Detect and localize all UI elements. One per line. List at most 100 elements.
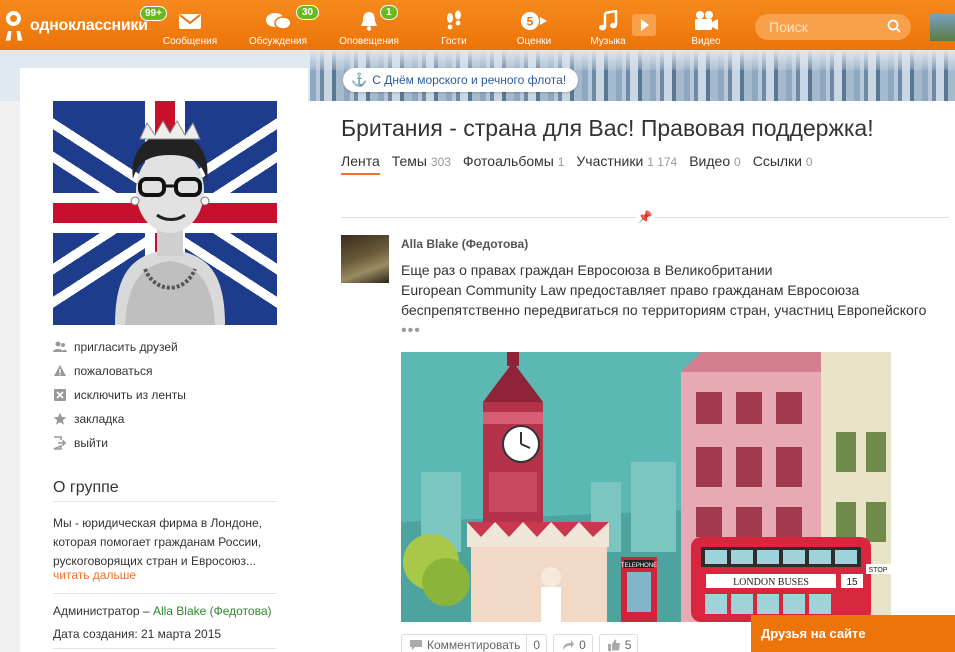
report-link[interactable]: пожаловаться [53,359,277,383]
bus-number: 15 [846,577,858,588]
tab-label: Участники [576,153,644,169]
post-line: Еще раз о правах граждан Евросоюза в Вел… [401,262,773,278]
menu-label: пожаловаться [74,364,153,378]
post-line: European Community Law предоставляет пра… [401,282,860,298]
comment-count: 0 [526,634,546,652]
search-box[interactable] [755,14,911,40]
logo-text: одноклассники [30,17,148,34]
search-icon[interactable] [887,19,901,33]
divider [53,593,277,594]
holiday-text: С Днём морского и речного флота! [372,73,567,87]
tab-label: Лента [341,153,380,169]
group-actions-menu: пригласить друзей пожаловаться исключить… [53,335,277,455]
nav-guests[interactable]: Гости [434,0,474,50]
search-input[interactable] [769,18,879,36]
nav-label: Обсуждения [248,36,308,47]
nav-label: Видео [691,36,721,47]
queen-portrait-image [115,120,225,325]
invite-friends-icon [53,341,67,352]
tab-count: 303 [430,155,451,169]
top-bar: одноклассники 99+ Сообщения Обсуждения 3… [0,0,955,50]
site-logo[interactable]: одноклассники 99+ [4,6,167,44]
post-author-avatar[interactable] [341,235,389,283]
group-avatar[interactable] [53,101,277,325]
nav-ratings[interactable]: 5 Оценки [512,0,556,50]
menu-label: выйти [74,436,108,450]
tab-label: Фотоальбомы [462,153,554,169]
tab-links[interactable]: Ссылки 0 [753,153,813,175]
like-button[interactable]: 5 [598,634,639,652]
comment-icon [410,640,422,650]
creation-date: Дата создания: 21 марта 2015 [53,627,222,641]
comment-button[interactable]: Комментировать 0 [401,634,548,652]
london-illustration: TELEPHONE LONDON BUSES 15 STOP [401,352,891,622]
tab-label: Ссылки [752,153,802,169]
menu-label: пригласить друзей [74,340,178,354]
envelope-icon [179,14,201,29]
thumbs-up-icon [607,639,620,651]
nav-music[interactable]: Музыка [586,0,630,50]
divider [53,501,277,502]
bookmark-link[interactable]: закладка [53,407,277,431]
hide-from-feed-link[interactable]: исключить из ленты [53,383,277,407]
hide-from-feed-icon [54,389,66,401]
admin-label: Администратор – [53,604,150,618]
discussions-badge: 30 [296,5,320,20]
post-author-name[interactable]: Alla Blake (Федотова) [401,237,528,251]
bell-icon [361,12,377,31]
share-count: 0 [579,638,586,652]
warning-icon [54,365,66,376]
tab-feed[interactable]: Лента [341,153,380,175]
post-line: беспрепятственно передвигаться по террит… [401,302,927,318]
tab-count: 1 [557,155,565,169]
tab-count: 1 174 [647,155,678,169]
group-title: Британия - страна для Вас! Правовая подд… [341,115,874,141]
booth-sign: TELEPHONE [621,563,657,569]
menu-label: исключить из ленты [74,388,186,402]
friends-online-panel[interactable]: Друзья на сайте [751,615,955,652]
nav-messages[interactable]: Сообщения [160,0,220,50]
tab-members[interactable]: Участники 1 174 [576,153,677,175]
tab-photo-albums[interactable]: Фотоальбомы 1 [463,153,564,175]
anchor-icon: ⚓ [351,72,368,87]
tab-video[interactable]: Видео 0 [689,153,740,175]
nav-notifications[interactable]: Оповещения 1 [336,0,402,50]
divider [53,648,277,649]
star-icon [53,412,67,425]
about-group-heading: О группе [53,479,119,496]
play-icon [641,19,649,31]
music-icon [599,10,618,31]
invite-friends-link[interactable]: пригласить друзей [53,335,277,359]
user-avatar[interactable] [930,13,955,41]
group-tabs: Лента Темы 303 Фотоальбомы 1 Участники 1… [341,153,825,175]
nav-label: Оповещения [339,36,399,47]
share-icon [563,640,575,650]
tab-topics[interactable]: Темы 303 [392,153,451,175]
chat-icon [266,13,292,30]
tab-label: Видео [689,153,731,169]
video-camera-icon [695,11,718,30]
tab-label: Темы [391,153,427,169]
nav-discussions[interactable]: Обсуждения 30 [246,0,320,50]
nav-label: Оценки [516,36,552,47]
rating-icon: 5 [521,12,547,30]
share-button[interactable]: 0 [553,634,593,652]
post-actions: Комментировать 0 0 5 [401,634,644,652]
about-group-text: Мы - юридическая фирма в Лондоне, котора… [53,516,263,568]
nav-video[interactable]: Видео [686,0,726,50]
holiday-banner[interactable]: ⚓ С Днём морского и речного флота! [343,68,579,92]
tab-count: 0 [805,155,813,169]
post-image[interactable]: TELEPHONE LONDON BUSES 15 STOP [401,352,891,622]
group-admin: Администратор – Alla Blake (Федотова) [53,604,272,618]
read-more-link[interactable]: читать дальше [53,568,136,582]
admin-name-link[interactable]: Alla Blake (Федотова) [153,604,272,618]
music-player-button[interactable] [632,14,656,36]
post-expand-dots[interactable]: ••• [401,322,421,340]
footprints-icon [447,10,461,30]
post-text[interactable]: Еще раз о правах граждан Евросоюза в Вел… [401,260,949,320]
tab-count: 0 [734,155,741,169]
leave-group-link[interactable]: выйти [53,431,277,455]
pin-icon: 📌 [636,209,654,225]
menu-label: закладка [74,412,125,426]
nav-label: Сообщения [162,36,218,47]
